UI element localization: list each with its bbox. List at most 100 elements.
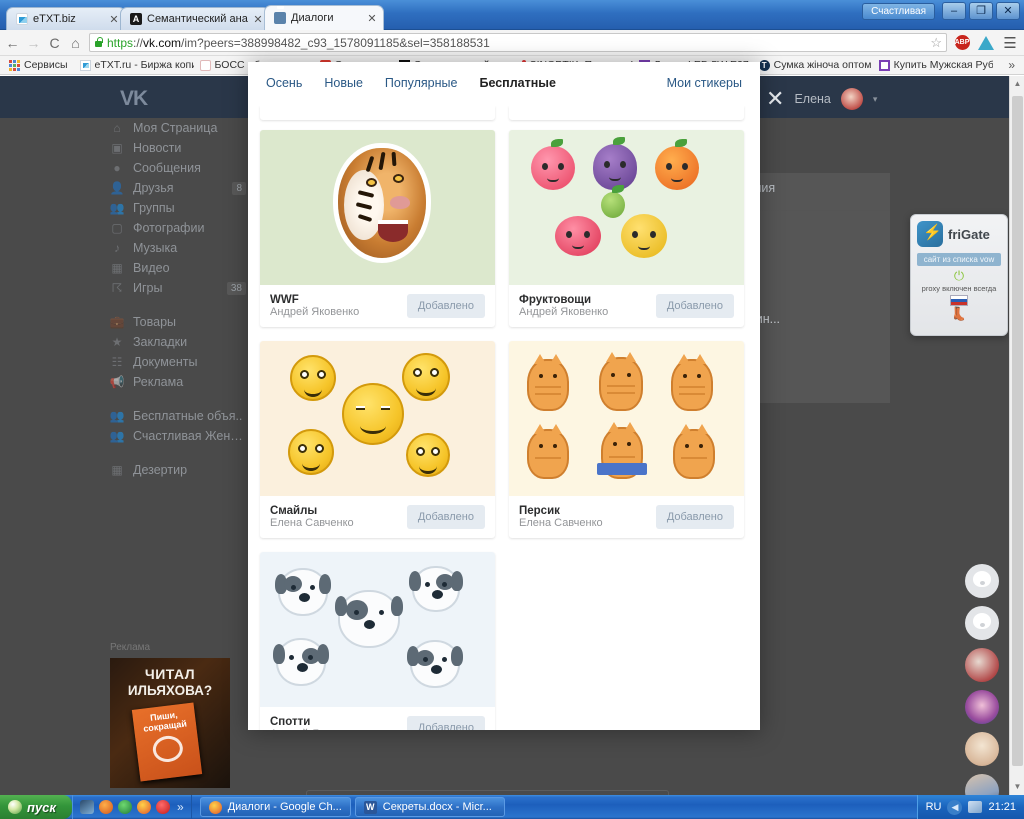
bookmarks-overflow-icon[interactable]: »	[1008, 58, 1021, 72]
sidebar-divider	[104, 298, 254, 312]
avatar[interactable]	[965, 690, 999, 724]
tab-popular[interactable]: Популярные	[385, 76, 458, 92]
avatar[interactable]	[965, 732, 999, 766]
sidebar-item-news[interactable]: ▣ Новости	[104, 138, 254, 158]
scrollbar-thumb[interactable]	[1012, 96, 1023, 766]
add-sticker-pack-button[interactable]: Добавлено	[407, 294, 485, 318]
clock[interactable]: 21:21	[988, 801, 1016, 813]
taskbar-item-chrome[interactable]: Диалоги - Google Ch...	[200, 797, 351, 817]
forward-icon[interactable]: →	[26, 35, 41, 51]
sticker-pack-card[interactable]: Фруктовощи Андрей Яковенко Добавлено	[509, 130, 744, 327]
sidebar-item-music[interactable]: ♪ Музыка	[104, 238, 254, 258]
tab-free[interactable]: Бесплатные	[479, 76, 555, 92]
reload-icon[interactable]: C	[47, 35, 62, 51]
add-sticker-pack-button[interactable]: Добавлено	[407, 716, 485, 730]
sidebar-item-photos[interactable]: ▢ Фотографии	[104, 218, 254, 238]
tray-chevron-icon[interactable]: ◀	[947, 800, 962, 815]
quick-launch-overflow-icon[interactable]: »	[177, 800, 184, 814]
bookmark-item[interactable]: T Сумка жіноча оптом 1	[753, 58, 873, 72]
bag-icon: T	[759, 60, 770, 71]
sticker-pack-preview-smiles	[260, 341, 495, 496]
avatar[interactable]	[841, 88, 863, 110]
network-icon[interactable]	[968, 801, 982, 813]
sidebar-item-groups[interactable]: 👥 Группы	[104, 198, 254, 218]
sticker-pack-preview-fruits	[509, 130, 744, 285]
sidebar-item-happy-woman-group[interactable]: 👥 Счастливая Женщ...	[104, 426, 254, 446]
sidebar-item-my-page[interactable]: ⌂ Моя Страница	[104, 118, 254, 138]
tab-close-icon[interactable]: ✕	[253, 13, 263, 26]
tab-close-icon[interactable]: ✕	[367, 12, 377, 25]
sidebar-item-label: Счастливая Женщ...	[133, 429, 246, 443]
tab-new[interactable]: Новые	[324, 76, 363, 92]
taskbar-item-word[interactable]: W Секреты.docx - Micr...	[355, 797, 505, 817]
yandex-icon[interactable]	[977, 34, 995, 52]
ad-image[interactable]: ЧИТАЛ ИЛЬЯХОВА? Пиши, сокращай	[110, 658, 230, 788]
add-sticker-pack-button[interactable]: Добавлено	[656, 505, 734, 529]
sticker-pack-card-partial[interactable]	[260, 106, 495, 120]
scroll-up-icon[interactable]: ▲	[1010, 76, 1024, 92]
attach-icon[interactable]: 📎	[267, 787, 300, 795]
sticker-pack-card[interactable]: WWF Андрей Яковенко Добавлено	[260, 130, 495, 327]
scroll-down-icon[interactable]: ▼	[1010, 779, 1024, 795]
page-scrollbar[interactable]: ▲ ▼	[1009, 76, 1024, 795]
documents-icon: ☷	[110, 355, 124, 369]
sidebar-item-documents[interactable]: ☷ Документы	[104, 352, 254, 372]
sticker-pack-card[interactable]: Смайлы Елена Савченко Добавлено	[260, 341, 495, 538]
bookmark-star-icon[interactable]: ☆	[930, 35, 942, 51]
sidebar-item-bookmarks[interactable]: ★ Закладки	[104, 332, 254, 352]
browser-tab-1[interactable]: A Семантический анализ тек ✕	[120, 7, 270, 30]
sidebar-item-video[interactable]: ▦ Видео	[104, 258, 254, 278]
home-icon[interactable]: ⌂	[68, 35, 83, 51]
firefox-icon[interactable]	[99, 800, 113, 814]
language-indicator[interactable]: RU	[926, 801, 942, 813]
sticker-pack-card[interactable]: Спотти Андрей Яковенко Добавлено	[260, 552, 495, 730]
sidebar-item-free-ads-group[interactable]: 👥 Бесплатные объя..	[104, 406, 254, 426]
chevron-down-icon[interactable]: ▾	[873, 94, 878, 105]
boot-icon[interactable]: 👢	[917, 306, 1001, 322]
bookmark-item[interactable]: Купить Мужская Руба	[873, 58, 993, 72]
tab-my-stickers[interactable]: Мои стикеры	[667, 76, 742, 92]
adblock-plus-icon[interactable]: ABP	[953, 34, 971, 52]
minimize-button[interactable]: –	[942, 2, 966, 20]
address-bar[interactable]: https://vk.com/im?peers=388998482_c93_15…	[89, 33, 947, 52]
avatar[interactable]	[965, 606, 999, 640]
browser-tab-2[interactable]: Диалоги ✕	[264, 5, 384, 30]
sidebar-item-games[interactable]: ☈ Игры 38	[104, 278, 254, 298]
sidebar-item-friends[interactable]: 👤 Друзья 8	[104, 178, 254, 198]
tab-close-icon[interactable]: ✕	[109, 13, 119, 26]
chrome-menu-icon[interactable]: ☰	[1001, 34, 1019, 52]
browser-tab-0[interactable]: eTXT.biz ✕	[6, 7, 126, 30]
header-user-name[interactable]: Елена	[794, 92, 830, 106]
yandex-icon[interactable]	[156, 800, 170, 814]
sidebar-item-label: Дезертир	[133, 463, 246, 477]
avatar[interactable]	[965, 564, 999, 598]
back-icon[interactable]: ←	[5, 35, 20, 51]
vk-logo[interactable]: VK	[120, 87, 147, 111]
close-icon[interactable]: ✕	[766, 90, 784, 108]
sidebar-item-ads[interactable]: 📢 Реклама	[104, 372, 254, 392]
restore-button[interactable]: ❐	[969, 2, 993, 20]
sidebar-item-messages[interactable]: ● Сообщения	[104, 158, 254, 178]
tab-autumn[interactable]: Осень	[266, 76, 302, 92]
sticker-pack-card-partial[interactable]	[509, 106, 744, 120]
sticker-pack-card[interactable]: Персик Елена Савченко Добавлено	[509, 341, 744, 538]
close-window-button[interactable]: ✕	[996, 2, 1020, 20]
add-sticker-pack-button[interactable]: Добавлено	[407, 505, 485, 529]
sticker-pack-footer: Фруктовощи Андрей Яковенко Добавлено	[509, 285, 744, 327]
power-icon[interactable]: ⏻	[917, 268, 1001, 284]
home-icon: ⌂	[110, 121, 124, 135]
bookmark-item[interactable]: Сервисы	[3, 58, 74, 72]
sticker-store-content[interactable]: WWF Андрей Яковенко Добавлено	[248, 106, 760, 730]
opera-icon[interactable]	[118, 800, 132, 814]
show-desktop-icon[interactable]	[80, 800, 94, 814]
avatar[interactable]	[965, 648, 999, 682]
sidebar-item-goods[interactable]: 💼 Товары	[104, 312, 254, 332]
start-button[interactable]: пуск	[0, 795, 72, 819]
frigate-popup[interactable]: friGate сайт из списка vow ⏻ proxy включ…	[910, 214, 1008, 336]
add-sticker-pack-button[interactable]: Добавлено	[656, 294, 734, 318]
photos-icon: ▢	[110, 221, 124, 235]
chrome-icon[interactable]	[137, 800, 151, 814]
sidebar-item-dezertir[interactable]: ▦ Дезертир	[104, 460, 254, 480]
avatar[interactable]	[965, 774, 999, 795]
bookmark-item[interactable]: eTXT.ru - Биржа копир	[74, 58, 194, 72]
